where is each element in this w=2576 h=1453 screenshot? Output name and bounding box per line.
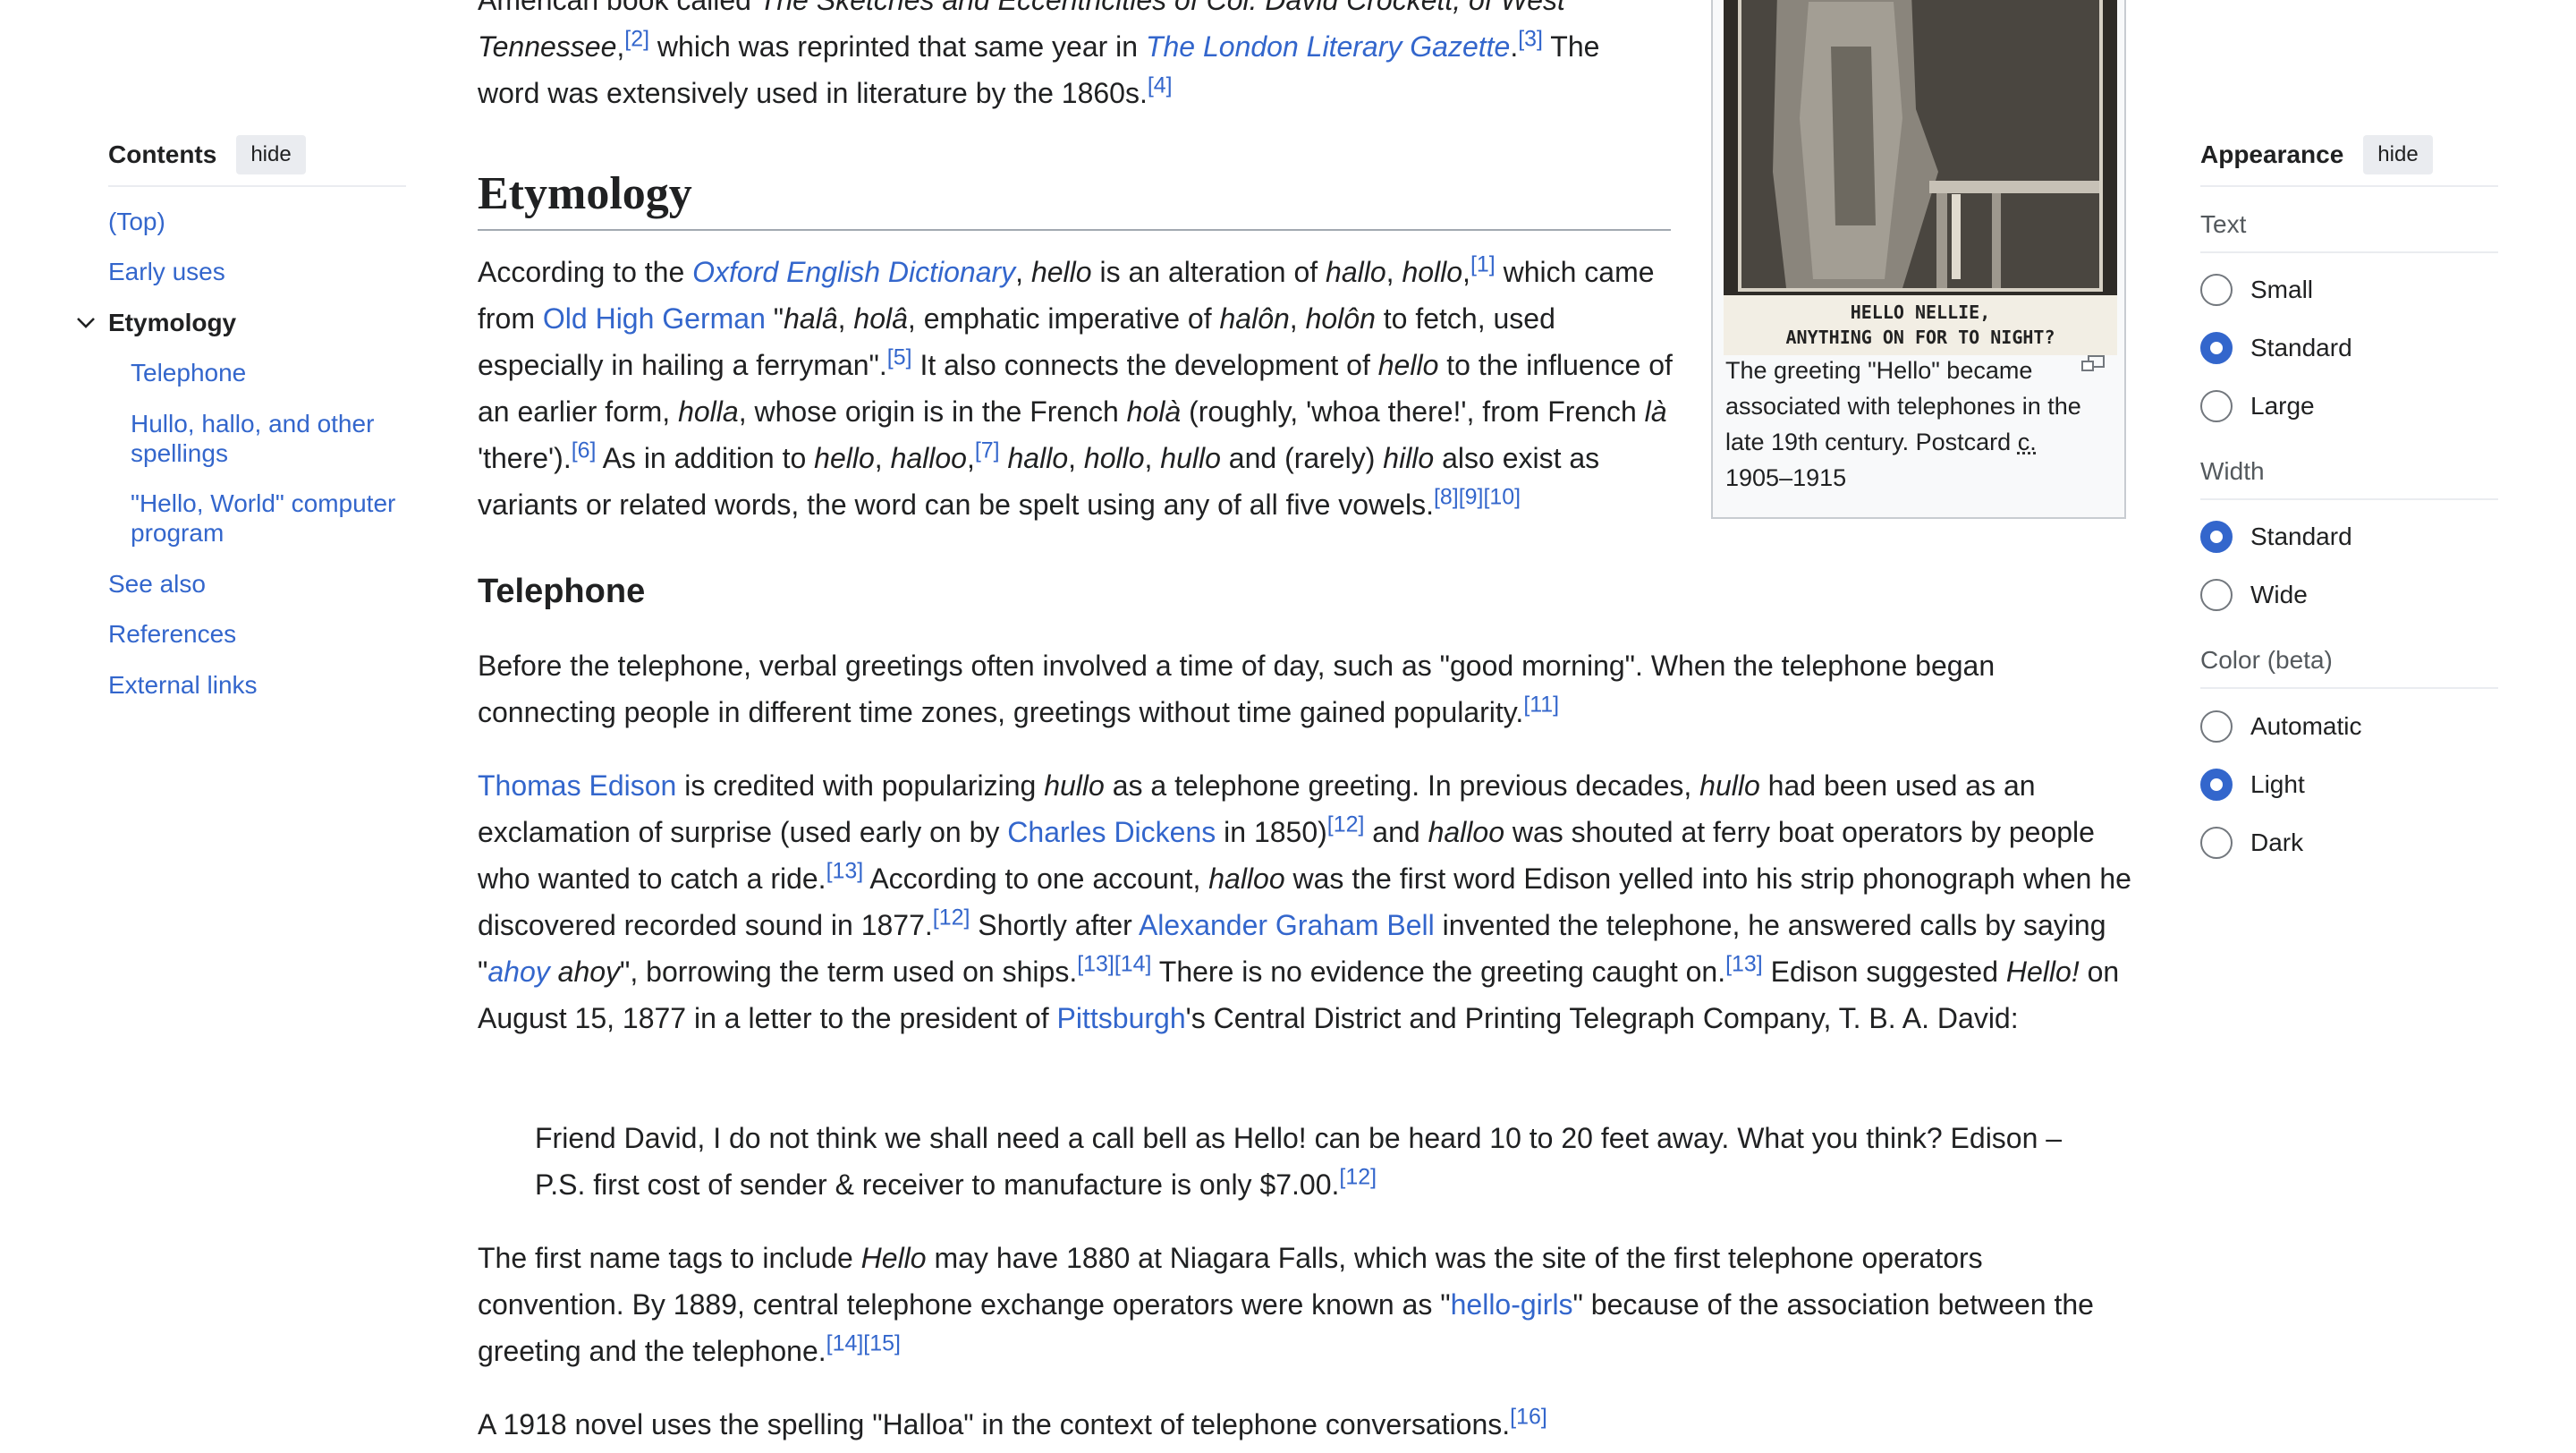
- citation-link[interactable]: [13]: [826, 858, 864, 883]
- alexander-graham-bell-link[interactable]: Alexander Graham Bell: [1139, 909, 1435, 941]
- postcard-caption-line1: HELLO NELLIE,: [1851, 302, 1991, 323]
- citation-link[interactable]: [16]: [1510, 1404, 1547, 1429]
- citation-link[interactable]: [12]: [1339, 1164, 1377, 1189]
- ahoy-link[interactable]: ahoy: [487, 956, 549, 988]
- book-title: The Sketches and Eccentricities of Col. …: [758, 0, 1565, 16]
- section-heading-telephone: Telephone: [478, 573, 646, 610]
- figure-caption: The greeting "Hello" became associated w…: [1725, 353, 2115, 496]
- etymology-paragraph: According to the Oxford English Dictiona…: [478, 251, 1673, 521]
- article-content: American book called The Sketches and Ec…: [0, 0, 2576, 1453]
- postcard-figure: HELLO NELLIE, ANYTHING ON FOR TO NIGHT? …: [1711, 0, 2126, 519]
- telephone-paragraph-3: The first name tags to include Hello may…: [478, 1242, 2094, 1367]
- circa-abbr: c.: [2017, 429, 2037, 455]
- citation-link[interactable]: [5]: [887, 344, 912, 370]
- citation-link[interactable]: [7]: [975, 438, 1000, 463]
- citation-link[interactable]: [4]: [1148, 72, 1173, 98]
- caption-years: 1905–1915: [1725, 464, 1847, 491]
- pittsburgh-link[interactable]: Pittsburgh: [1057, 1002, 1186, 1034]
- citation-link[interactable]: [3]: [1518, 26, 1543, 51]
- citation-link[interactable]: [11]: [1523, 692, 1559, 717]
- old-high-german-link[interactable]: Old High German: [543, 302, 766, 335]
- citation-link[interactable]: [12]: [933, 905, 970, 930]
- citation-link[interactable]: [2]: [624, 26, 649, 51]
- citation-link[interactable]: [13][14]: [1077, 951, 1151, 976]
- postcard-illustration: HELLO NELLIE, ANYTHING ON FOR TO NIGHT?: [1724, 0, 2117, 355]
- citation-link[interactable]: [14][15]: [826, 1330, 901, 1355]
- text: American book called: [478, 0, 759, 16]
- text: word was extensively used in literature …: [478, 77, 1148, 109]
- section-heading-etymology: Etymology: [478, 163, 1671, 231]
- text: which was reprinted that same year in: [649, 30, 1146, 63]
- postcard-image[interactable]: HELLO NELLIE, ANYTHING ON FOR TO NIGHT?: [1724, 0, 2117, 355]
- citation-link[interactable]: [1]: [1470, 251, 1496, 276]
- telephone-paragraph-1: Before the telephone, verbal greetings o…: [478, 650, 1996, 728]
- hello-girls-link[interactable]: hello-girls: [1451, 1288, 1573, 1321]
- thomas-edison-link[interactable]: Thomas Edison: [478, 769, 676, 802]
- london-literary-gazette-link[interactable]: The London Literary Gazette: [1146, 30, 1510, 63]
- citation-link[interactable]: [8][9][10]: [1434, 484, 1521, 509]
- telephone-paragraph-2: Thomas Edison is credited with populariz…: [478, 769, 2131, 1034]
- charles-dickens-link[interactable]: Charles Dickens: [1007, 816, 1216, 848]
- oed-link[interactable]: Oxford English Dictionary: [692, 256, 1015, 288]
- edison-quote: Friend David, I do not think we shall ne…: [535, 1122, 2063, 1201]
- intro-paragraph: American book called The Sketches and Ec…: [478, 0, 1676, 116]
- citation-link[interactable]: [13]: [1725, 951, 1763, 976]
- book-title: Tennessee: [478, 30, 617, 63]
- telephone-paragraph-4: A 1918 novel uses the spelling "Halloa" …: [478, 1404, 1547, 1440]
- text: The: [1542, 30, 1600, 63]
- citation-link[interactable]: [6]: [572, 438, 597, 463]
- postcard-caption-line2: ANYTHING ON FOR TO NIGHT?: [1785, 327, 2055, 348]
- citation-link[interactable]: [12]: [1327, 811, 1365, 837]
